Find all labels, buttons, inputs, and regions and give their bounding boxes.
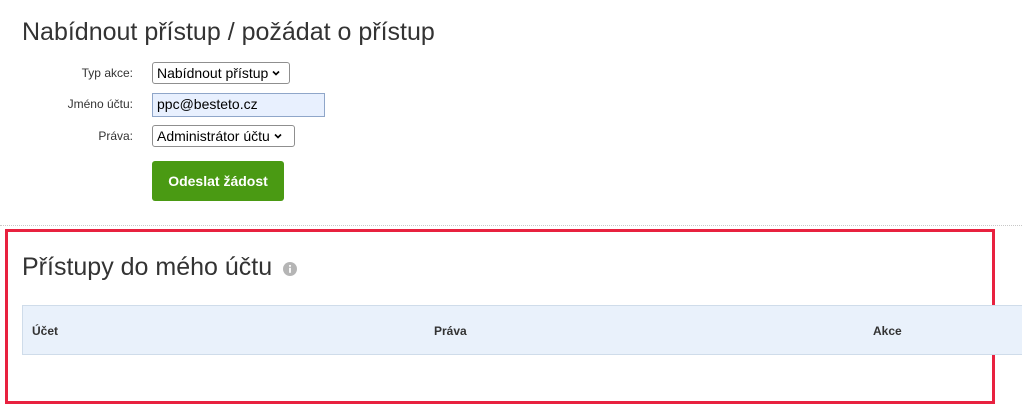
account-name-row: Jméno účtu: ppc@besteto.cz [0, 93, 400, 117]
rights-label: Práva: [98, 129, 133, 143]
column-header-actions: Akce [873, 324, 902, 338]
offer-section-title: Nabídnout přístup / požádat o přístup [22, 18, 435, 46]
section-divider [0, 225, 1022, 226]
chevron-down-icon [272, 70, 280, 76]
rights-select[interactable]: Administrátor účtu [152, 125, 295, 147]
submit-request-button[interactable]: Odeslat žádost [152, 161, 284, 201]
accounts-table-header: Účet Práva Akce [22, 305, 1022, 355]
action-type-row: Typ akce: Nabídnout přístup [0, 62, 400, 86]
rights-selected: Administrátor účtu [157, 128, 270, 144]
action-type-label: Typ akce: [81, 66, 133, 80]
account-name-input[interactable]: ppc@besteto.cz [152, 93, 325, 117]
chevron-down-icon [274, 133, 282, 139]
info-icon[interactable] [283, 262, 297, 276]
action-type-selected: Nabídnout přístup [157, 65, 269, 81]
rights-row: Práva: Administrátor účtu [0, 125, 400, 149]
column-header-account[interactable]: Účet [32, 324, 58, 338]
account-name-label: Jméno účtu: [67, 97, 133, 111]
action-type-select[interactable]: Nabídnout přístup [152, 62, 290, 84]
column-header-rights[interactable]: Práva [434, 324, 467, 338]
page: Nabídnout přístup / požádat o přístup Ty… [0, 0, 1022, 405]
access-section-title: Přístupy do mého účtu [22, 253, 273, 281]
